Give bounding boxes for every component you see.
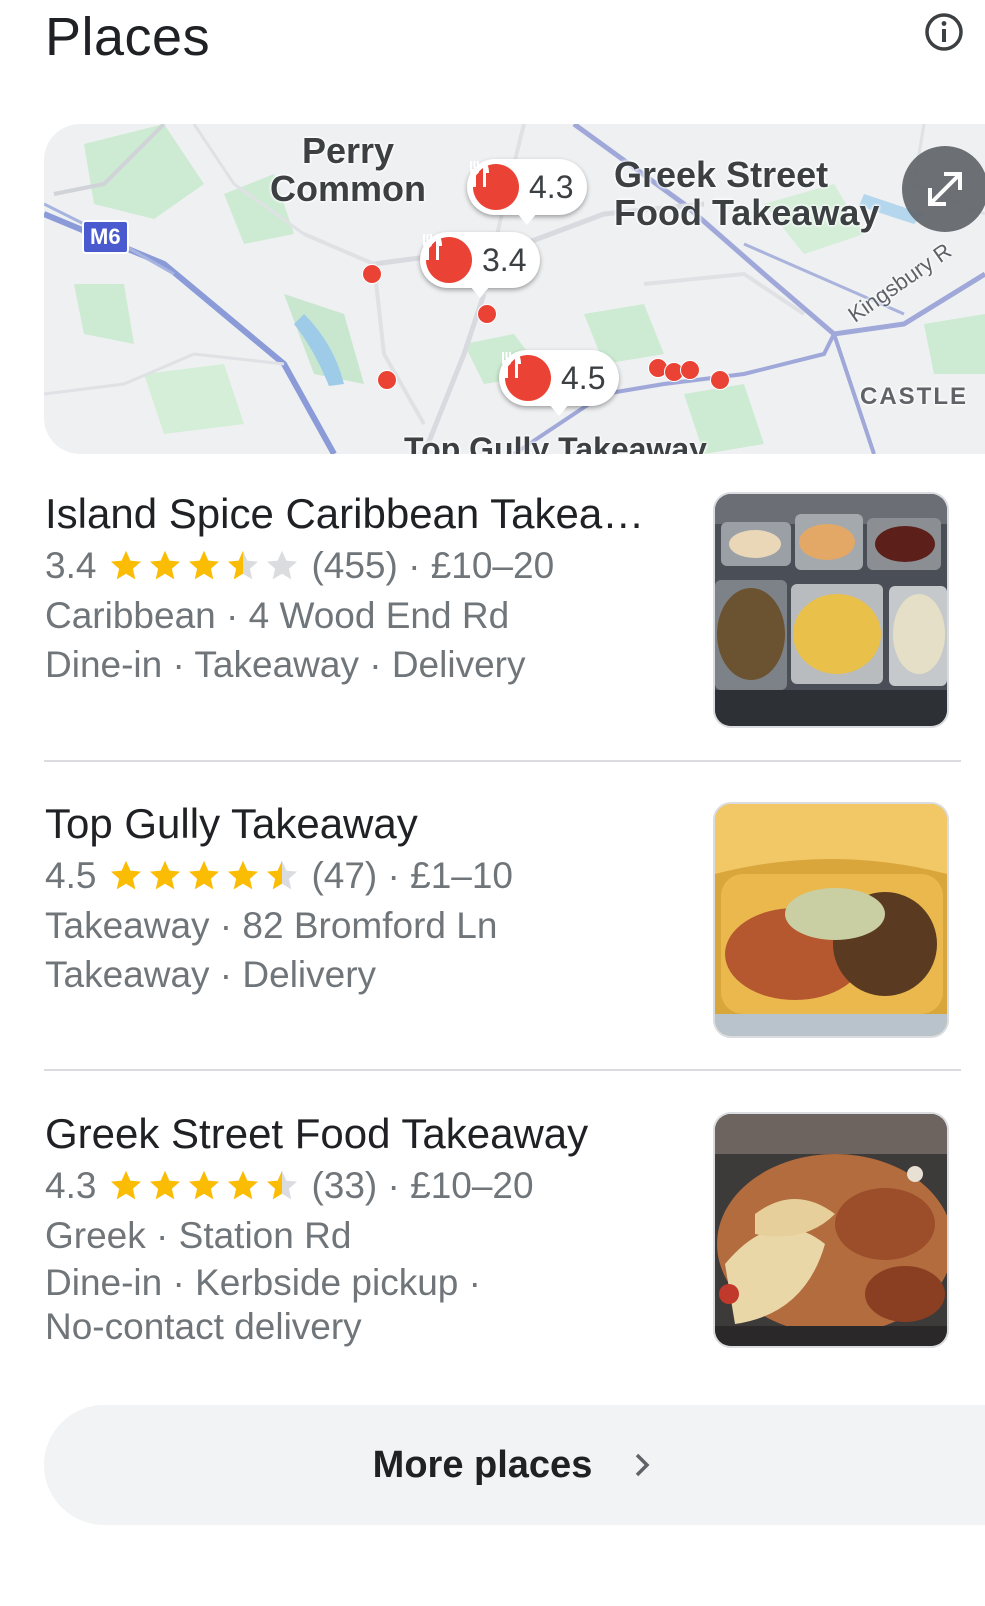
reviews-price: (455) · £10–20 — [311, 545, 555, 586]
map-pin-rating: 4.3 — [529, 168, 574, 205]
restaurant-icon — [470, 161, 519, 210]
chevron-right-icon — [636, 1453, 650, 1477]
map-pin-rating: 4.5 — [561, 359, 606, 396]
star-icon — [111, 550, 142, 580]
rating-value: 4.5 — [45, 855, 97, 896]
star-icon — [267, 1170, 298, 1200]
reviews-price: (33) · £10–20 — [311, 1165, 534, 1206]
star-icon — [189, 860, 220, 890]
map-marker-dot[interactable] — [477, 304, 497, 324]
map-label-top-gully: Top Gully Takeaway — [404, 431, 707, 454]
divider — [44, 760, 961, 762]
more-places-button[interactable]: More places — [44, 1405, 985, 1525]
star-icon — [228, 1170, 259, 1200]
star-icon — [228, 550, 259, 580]
map-pin-top-gully[interactable]: 4.5 — [499, 350, 620, 416]
place-photo-top-gully[interactable] — [713, 802, 949, 1038]
star-icon — [267, 860, 298, 890]
map-preview[interactable]: M6 Perry Common Greek Street Food Takeaw… — [44, 124, 985, 454]
motorway-m6-label: M6 — [82, 220, 129, 254]
map-marker-dot[interactable] — [362, 264, 382, 284]
divider — [44, 1069, 961, 1071]
star-icon — [111, 1170, 142, 1200]
star-rating — [108, 1168, 303, 1204]
map-marker-dot[interactable] — [710, 370, 730, 390]
map-label-greek-street: Greek Street Food Takeaway — [614, 154, 880, 233]
star-icon — [150, 860, 181, 890]
place-photo-greek-street[interactable] — [713, 1112, 949, 1348]
star-rating — [108, 858, 303, 894]
map-label-castle: CASTLE — [860, 383, 968, 410]
place-photo-island-spice[interactable] — [713, 492, 949, 728]
rating-value: 3.4 — [45, 545, 97, 586]
more-places-label: More places — [372, 1443, 593, 1486]
rating-value: 4.3 — [45, 1165, 97, 1206]
star-icon — [189, 1170, 220, 1200]
star-icon — [111, 860, 142, 890]
star-icon — [150, 1170, 181, 1200]
restaurant-icon — [502, 352, 551, 401]
star-icon — [150, 550, 181, 580]
star-icon — [267, 550, 298, 580]
map-label-perry-common: Perry Common — [270, 130, 426, 209]
star-icon — [228, 860, 259, 890]
map-marker-dot[interactable] — [680, 360, 700, 380]
star-rating — [108, 548, 303, 584]
restaurant-icon — [423, 234, 472, 283]
info-icon[interactable] — [922, 10, 966, 54]
expand-icon — [928, 172, 962, 206]
map-pin-rating: 3.4 — [482, 241, 527, 278]
star-icon — [189, 550, 220, 580]
map-pin-greek-street[interactable]: 4.3 — [467, 159, 588, 225]
map-marker-dot[interactable] — [377, 370, 397, 390]
page-title: Places — [45, 7, 211, 67]
reviews-price: (47) · £1–10 — [311, 855, 514, 896]
expand-map-button[interactable] — [902, 146, 985, 232]
map-pin-island-spice[interactable]: 3.4 — [420, 232, 541, 298]
